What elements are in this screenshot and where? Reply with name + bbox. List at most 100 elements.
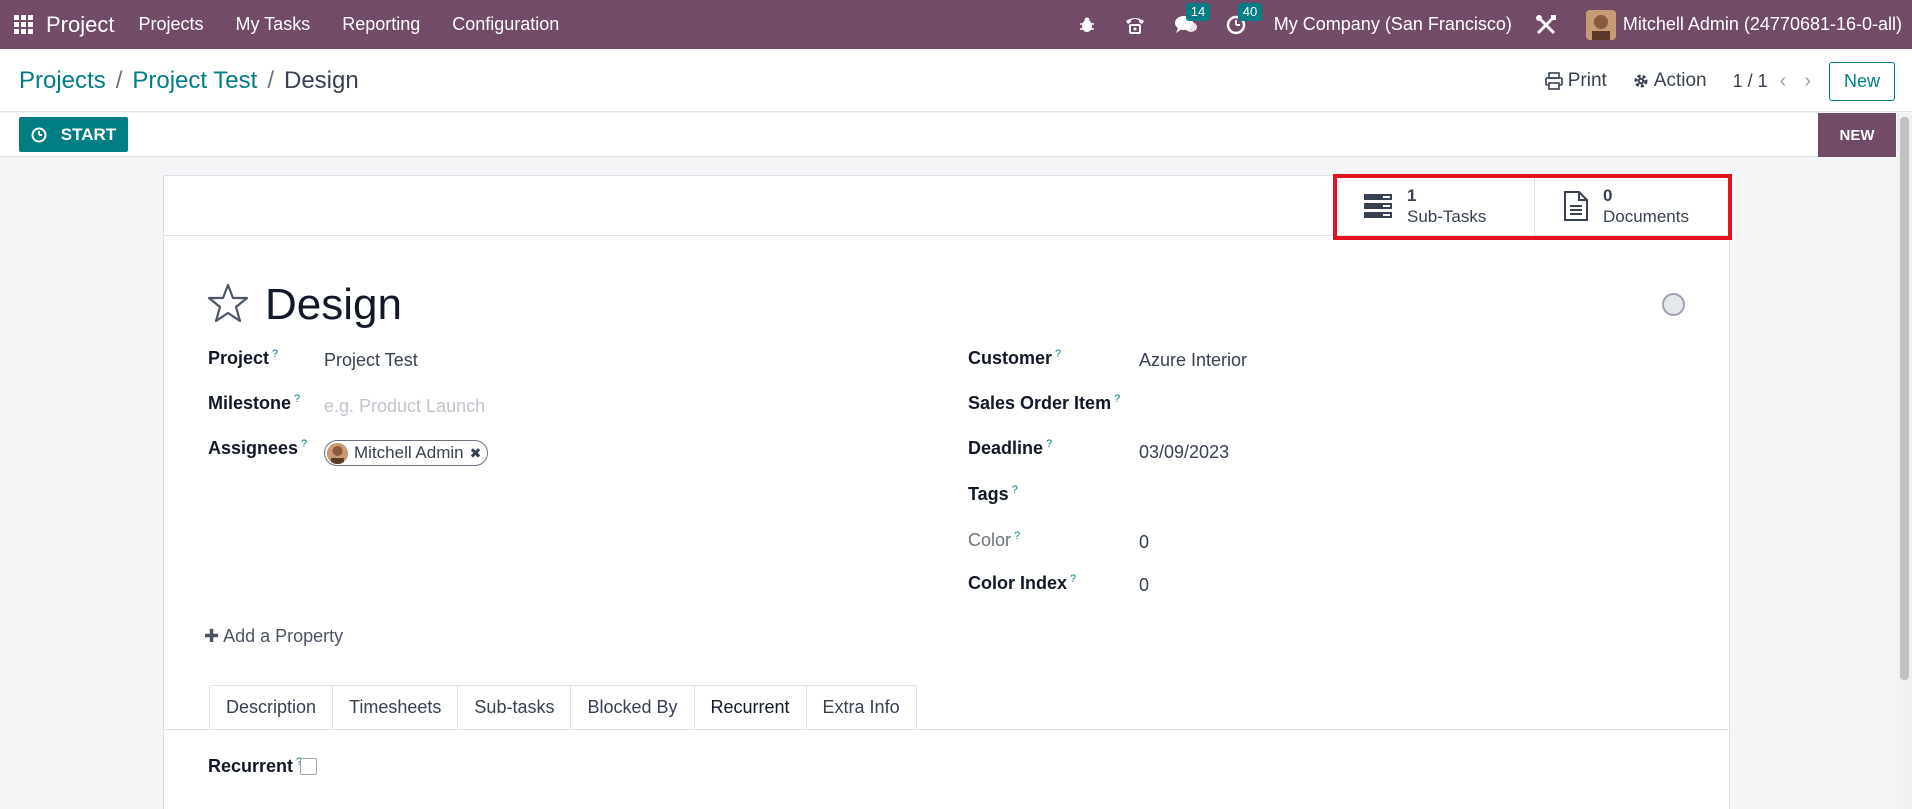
app-brand[interactable]: Project [46,12,114,38]
menu-my-tasks[interactable]: My Tasks [236,14,311,35]
apps-menu-icon[interactable] [0,0,46,49]
customer-label-text: Customer [968,348,1053,368]
form-sheet: 1 Sub-Tasks 0 Documents Design Project? … [163,175,1730,809]
project-label: Project? [208,348,278,369]
print-button[interactable]: Print [1544,70,1607,92]
breadcrumb-separator: / [267,67,274,94]
user-menu[interactable]: Mitchell Admin (24770681-16-0-all) [1585,9,1902,40]
messages-count-badge: 14 [1185,2,1211,21]
help-icon[interactable]: ? [294,393,300,405]
breadcrumb-current: Design [284,67,359,94]
color-label-text: Color [968,530,1012,550]
start-label: START [60,124,117,144]
milestone-label: Milestone? [208,393,300,414]
action-button[interactable]: Action [1633,70,1707,92]
help-icon[interactable]: ? [301,438,307,450]
sales-order-item-label-text: Sales Order Item [968,393,1112,413]
remove-tag-icon[interactable]: ✖ [470,445,482,462]
clock-icon [31,127,47,142]
start-timer-button[interactable]: START [19,117,128,152]
subtasks-count: 1 [1407,185,1417,205]
tags-label: Tags? [968,484,1018,505]
scrollbar[interactable] [1897,113,1912,809]
breadcrumb-separator: / [115,67,123,94]
menu-projects[interactable]: Projects [138,14,203,35]
breadcrumb-project-test[interactable]: Project Test [132,67,257,95]
help-icon[interactable]: ? [1070,573,1076,585]
tab-description[interactable]: Description [209,685,334,729]
activities-clock-icon[interactable]: 40 [1226,2,1263,35]
tab-timesheets[interactable]: Timesheets [332,685,459,729]
help-icon[interactable]: ? [1014,530,1020,542]
smart-button-box: 1 Sub-Tasks 0 Documents [164,176,1729,236]
sales-order-item-label: Sales Order Item? [968,393,1120,414]
customer-field[interactable]: Azure Interior [1139,350,1247,371]
milestone-label-text: Milestone [208,393,292,413]
deadline-label: Deadline? [968,438,1052,459]
documents-count: 0 [1603,185,1613,205]
project-label-text: Project [208,348,270,368]
tags-label-text: Tags [968,484,1009,504]
menu-configuration[interactable]: Configuration [452,14,559,35]
recurrent-checkbox[interactable] [300,758,317,775]
plus-icon: ✚ [204,626,224,646]
add-property-button[interactable]: ✚ Add a Property [204,626,343,647]
menu-reporting[interactable]: Reporting [342,14,420,35]
gear-icon [1634,74,1648,88]
deadline-label-text: Deadline [968,438,1044,458]
subtasks-label: Sub-Tasks [1407,206,1487,226]
subtasks-smart-button[interactable]: 1 Sub-Tasks [1334,176,1534,235]
documents-label: Documents [1603,206,1689,226]
title-row: Design [207,280,402,330]
messages-chat-icon[interactable]: 14 [1174,2,1211,35]
breadcrumb: Projects / Project Test / Design [19,67,359,95]
status-bar: START NEW [0,113,1912,157]
stage-new[interactable]: NEW [1818,113,1896,157]
print-label: Print [1567,70,1607,91]
tools-icon[interactable] [1534,13,1558,37]
help-icon[interactable]: ? [1114,393,1120,405]
pager-next-icon[interactable]: › [1804,70,1811,93]
assignee-name: Mitchell Admin [354,443,464,462]
document-icon [1564,190,1588,221]
help-icon[interactable]: ? [1012,484,1018,496]
help-icon[interactable]: ? [272,348,278,360]
project-field[interactable]: Project Test [324,350,418,371]
color-index-field[interactable]: 0 [1139,575,1149,596]
print-icon [1544,72,1563,90]
assignee-avatar [327,442,348,464]
recurrent-label: Recurrent? [208,756,302,777]
breadcrumb-projects[interactable]: Projects [19,67,106,95]
star-icon[interactable] [207,283,249,328]
tab-recurrent[interactable]: Recurrent [693,685,807,729]
tab-blocked-by[interactable]: Blocked By [570,685,695,729]
color-field[interactable]: 0 [1139,532,1149,553]
assignee-tag[interactable]: Mitchell Admin ✖ [324,440,489,466]
color-index-label: Color Index? [968,573,1076,594]
activities-count-badge: 40 [1237,2,1263,21]
pager-previous-icon[interactable]: ‹ [1780,70,1787,93]
user-avatar [1585,9,1616,40]
help-icon[interactable]: ? [1046,438,1052,450]
recurrent-label-text: Recurrent [208,756,294,776]
new-button[interactable]: New [1828,61,1895,101]
phone-icon[interactable] [1124,15,1146,35]
assignees-label: Assignees? [208,438,307,459]
debug-bug-icon[interactable] [1078,16,1096,34]
documents-smart-button[interactable]: 0 Documents [1534,176,1734,235]
notebook-tabs: Description Timesheets Sub-tasks Blocked… [209,685,917,729]
milestone-field[interactable]: e.g. Product Launch [324,396,485,417]
color-label: Color? [968,530,1020,551]
control-panel: Projects / Project Test / Design Print A… [0,49,1912,112]
task-title[interactable]: Design [265,280,402,330]
deadline-field[interactable]: 03/09/2023 [1139,442,1229,463]
user-name: Mitchell Admin (24770681-16-0-all) [1622,14,1902,34]
top-navbar: Project Projects My Tasks Reporting Conf… [0,0,1912,49]
pager-value[interactable]: 1 / 1 [1733,71,1768,92]
kanban-state-icon[interactable] [1662,293,1685,316]
tab-extra-info[interactable]: Extra Info [805,685,917,729]
help-icon[interactable]: ? [1055,348,1061,360]
scrollbar-thumb[interactable] [1900,117,1909,680]
company-switcher[interactable]: My Company (San Francisco) [1274,14,1512,35]
tab-sub-tasks[interactable]: Sub-tasks [457,685,572,729]
